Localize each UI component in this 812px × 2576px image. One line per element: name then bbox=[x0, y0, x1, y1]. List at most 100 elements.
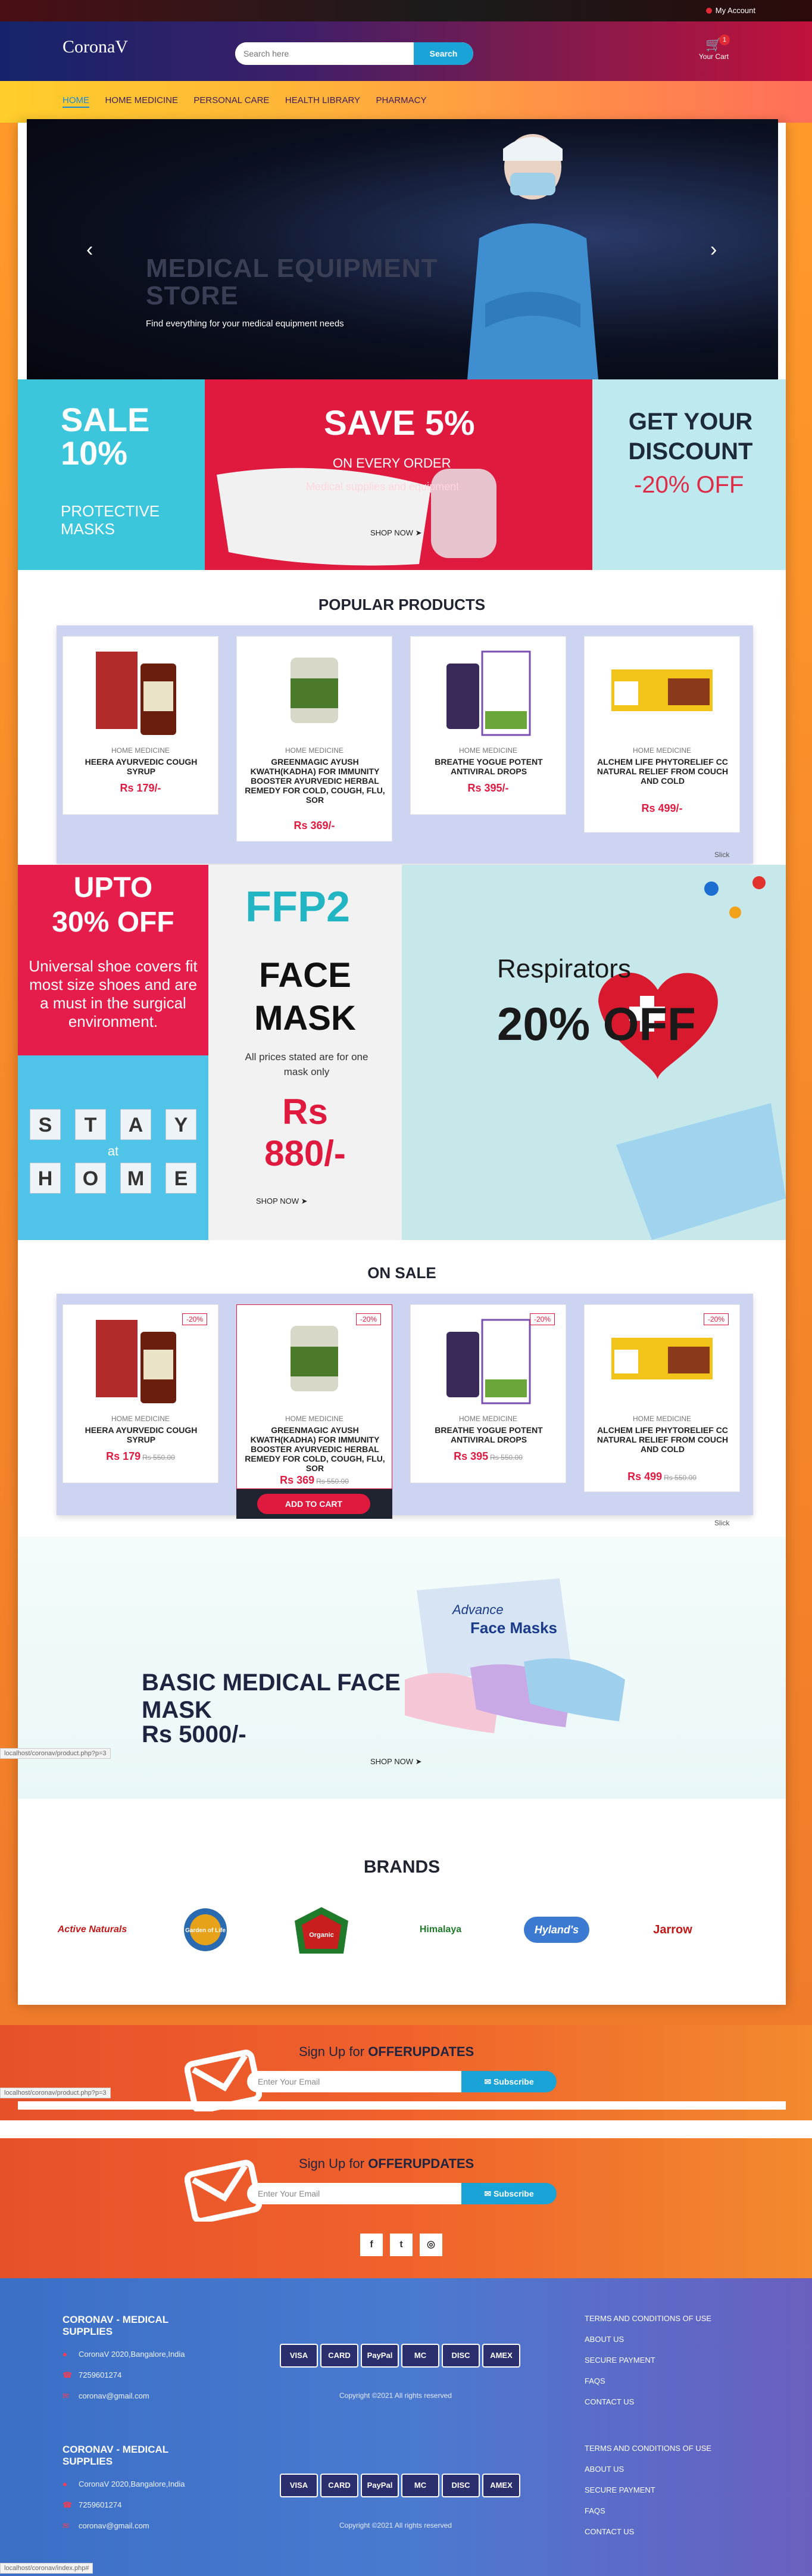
on-sale-title: ON SALE bbox=[367, 1264, 436, 1282]
promo-discount[interactable]: GET YOUR DISCOUNT -20% OFF bbox=[592, 379, 786, 570]
nav-item-health-library[interactable]: HEALTH LIBRARY bbox=[285, 95, 360, 105]
newsletter-email-input[interactable]: Enter Your Email bbox=[247, 2183, 461, 2204]
product-name[interactable]: ALCHEM LIFE PHYTORELIEF CC NATURAL RELIE… bbox=[592, 757, 733, 786]
footer-link-terms[interactable]: TERMS AND CONDITIONS OF USE bbox=[585, 2308, 711, 2329]
hero-slider: ‹ › MEDICAL EQUIPMENT STORE Find everythi… bbox=[27, 119, 778, 379]
product-category: HOME MEDICINE bbox=[285, 746, 343, 755]
mask-shop-now[interactable]: SHOP NOW ➤ bbox=[370, 1757, 422, 1767]
brand-logo[interactable]: Garden of Life bbox=[161, 1906, 250, 1954]
product-category: HOME MEDICINE bbox=[285, 1415, 343, 1423]
product-name[interactable]: HEERA AYURVEDIC COUGH SYRUP bbox=[70, 757, 212, 776]
product-card[interactable]: -20% HOME MEDICINE ALCHEM LIFE PHYTORELI… bbox=[584, 1304, 740, 1492]
nav-item-home[interactable]: HOME bbox=[63, 95, 89, 108]
add-to-cart-button[interactable]: ADD TO CART bbox=[257, 1494, 370, 1514]
newsletter-email-input[interactable]: Enter Your Email bbox=[247, 2071, 461, 2092]
twitter-icon[interactable]: t bbox=[390, 2234, 413, 2256]
cart-button[interactable]: 🛒 1 Your Cart bbox=[693, 35, 735, 61]
footer-title-line2: SUPPLIES bbox=[63, 2456, 113, 2467]
search-input[interactable] bbox=[235, 42, 411, 65]
product-card[interactable]: HOME MEDICINE BREATHE YOGUE POTENT ANTIV… bbox=[410, 636, 566, 815]
newsletter-title: Sign Up for OFFERUPDATES bbox=[299, 2044, 474, 2060]
brand-logo[interactable]: Himalaya bbox=[396, 1906, 485, 1954]
search-button[interactable]: Search bbox=[414, 42, 473, 65]
product-name[interactable]: BREATHE YOGUE POTENT ANTIVIRAL DROPS bbox=[418, 757, 560, 776]
footer-link-faqs[interactable]: FAQS bbox=[585, 2500, 711, 2521]
footer-title: CORONAV - MEDICAL SUPPLIES bbox=[63, 2444, 168, 2468]
facebook-icon[interactable]: f bbox=[360, 2234, 383, 2256]
promo-ffp2-mask[interactable]: FFP2 FACE MASK All prices stated are for… bbox=[208, 865, 402, 1240]
footer-phone: 7259601274 bbox=[79, 2371, 122, 2379]
subscribe-button[interactable]: ✉ Subscribe bbox=[461, 2183, 557, 2204]
product-card[interactable]: HOME MEDICINE GREENMAGIC AYUSH KWATH(KAD… bbox=[236, 636, 392, 842]
payment-cards: VISA CARD PayPal MC DISC AMEX bbox=[280, 2344, 523, 2368]
product-name[interactable]: BREATHE YOGUE POTENT ANTIVIRAL DROPS bbox=[418, 1425, 560, 1444]
footer-title-line1: CORONAV - MEDICAL bbox=[63, 2444, 169, 2455]
site-logo[interactable]: CoronaV bbox=[63, 37, 128, 57]
brand-logo[interactable]: Active Naturals bbox=[48, 1906, 137, 1954]
promo-save[interactable]: SAVE 5% ON EVERY ORDER Medical supplies … bbox=[205, 379, 592, 570]
product-price: Rs 179/- bbox=[120, 782, 161, 794]
footer-link-about[interactable]: ABOUT US bbox=[585, 2459, 711, 2480]
footer-link-payment[interactable]: SECURE PAYMENT bbox=[585, 2350, 711, 2371]
product-card[interactable]: HOME MEDICINE HEERA AYURVEDIC COUGH SYRU… bbox=[63, 636, 218, 815]
hero-subtitle: Find everything for your medical equipme… bbox=[146, 319, 344, 329]
face-mask-banner[interactable]: Advance Face Masks BASIC MEDICAL FACE MAS… bbox=[18, 1537, 786, 1799]
product-name[interactable]: GREENMAGIC AYUSH KWATH(KADHA) FOR IMMUNI… bbox=[244, 757, 386, 805]
brand-logo[interactable]: Jarrow bbox=[628, 1906, 717, 1954]
newsletter-title: Sign Up for OFFERUPDATES bbox=[299, 2156, 474, 2172]
phone-icon: ☎ bbox=[63, 2500, 73, 2509]
product-name[interactable]: ALCHEM LIFE PHYTORELIEF CC NATURAL RELIE… bbox=[592, 1425, 733, 1454]
slider-prev-arrow[interactable]: ‹ bbox=[86, 238, 93, 261]
payment-cards: VISA CARD PayPal MC DISC AMEX bbox=[280, 2474, 523, 2497]
promo-save-shop-now[interactable]: SHOP NOW ➤ bbox=[370, 528, 422, 538]
site-footer: CORONAV - MEDICAL SUPPLIES ● CoronaV 2020… bbox=[0, 2278, 812, 2576]
popular-products-title: POPULAR PRODUCTS bbox=[318, 596, 486, 613]
product-name[interactable]: GREENMAGIC AYUSH KWATH(KADHA) FOR IMMUNI… bbox=[244, 1425, 386, 1473]
mask-title-line1: BASIC MEDICAL FACE bbox=[142, 1669, 401, 1696]
garden-of-life-text: Garden of Life bbox=[185, 1927, 226, 1934]
product-card[interactable]: HOME MEDICINE ALCHEM LIFE PHYTORELIEF CC… bbox=[584, 636, 740, 833]
sale-price: Rs 179 bbox=[106, 1450, 141, 1462]
visa-icon: VISA bbox=[280, 2344, 318, 2368]
footer-link-payment[interactable]: SECURE PAYMENT bbox=[585, 2480, 711, 2500]
product-card[interactable]: -20% HOME MEDICINE GREENMAGIC AYUSH KWAT… bbox=[236, 1304, 392, 1489]
hero-title-line2: STORE bbox=[146, 281, 239, 310]
paypal-icon: PayPal bbox=[361, 2344, 399, 2368]
brands-title: BRANDS bbox=[363, 1857, 441, 1877]
price-note: All prices stated are for one mask only bbox=[245, 1051, 368, 1077]
footer-email[interactable]: coronav@gmail.com bbox=[79, 2521, 149, 2530]
promo-sale-masks[interactable]: SALE 10% PROTECTIVE MASKS bbox=[18, 379, 205, 570]
arrow-right-icon: ➤ bbox=[415, 1757, 422, 1766]
respirators-percent: 20% OFF bbox=[497, 998, 696, 1050]
brand-logo[interactable]: Hyland's bbox=[512, 1906, 601, 1954]
footer-link-terms[interactable]: TERMS AND CONDITIONS OF USE bbox=[585, 2438, 711, 2459]
my-account-link[interactable]: My Account bbox=[705, 6, 755, 15]
subscribe-button[interactable]: ✉ Subscribe bbox=[461, 2071, 557, 2092]
footer-link-about[interactable]: ABOUT US bbox=[585, 2329, 711, 2350]
promo-respirators[interactable]: Respirators 20% OFF bbox=[402, 865, 786, 1240]
slider-next-arrow[interactable]: › bbox=[710, 238, 717, 261]
nav-item-pharmacy[interactable]: PHARMACY bbox=[376, 95, 426, 105]
product-card[interactable]: -20% HOME MEDICINE BREATHE YOGUE POTENT … bbox=[410, 1304, 566, 1483]
footer-link-contact[interactable]: CONTACT US bbox=[585, 2391, 711, 2412]
footer-link-faqs[interactable]: FAQS bbox=[585, 2371, 711, 2391]
ffp2-shop-now[interactable]: SHOP NOW ➤ bbox=[256, 1197, 308, 1206]
product-price: Rs 499/- bbox=[641, 802, 683, 814]
footer-links: TERMS AND CONDITIONS OF USE ABOUT US SEC… bbox=[585, 2308, 711, 2412]
product-price: Rs 395 Rs 550.00 bbox=[411, 1450, 566, 1463]
promo-stay-home: S T A Y at H O M E bbox=[18, 1055, 208, 1240]
promo-shoe-covers[interactable]: UPTO 30% OFF Universal shoe covers fit m… bbox=[18, 865, 208, 1055]
nav-item-home-medicine[interactable]: HOME MEDICINE bbox=[105, 95, 178, 105]
footer-email[interactable]: coronav@gmail.com bbox=[79, 2391, 149, 2400]
nav-item-personal-care[interactable]: PERSONAL CARE bbox=[193, 95, 269, 105]
shop-now-label: SHOP NOW bbox=[256, 1197, 299, 1206]
footer-address: CoronaV 2020,Bangalore,India bbox=[79, 2480, 185, 2488]
discount-badge: -20% bbox=[703, 1313, 729, 1325]
brand-logo[interactable]: Organic bbox=[277, 1906, 366, 1954]
newsletter-section: Sign Up for OFFERUPDATES Enter Your Emai… bbox=[0, 2025, 812, 2120]
product-card[interactable]: -20% HOME MEDICINE HEERA AYURVEDIC COUGH… bbox=[63, 1304, 218, 1483]
instagram-icon[interactable]: ◎ bbox=[420, 2234, 442, 2256]
product-name[interactable]: HEERA AYURVEDIC COUGH SYRUP bbox=[70, 1425, 212, 1444]
mask-banner-title: BASIC MEDICAL FACE MASK bbox=[142, 1669, 401, 1724]
footer-link-contact[interactable]: CONTACT US bbox=[585, 2521, 711, 2542]
